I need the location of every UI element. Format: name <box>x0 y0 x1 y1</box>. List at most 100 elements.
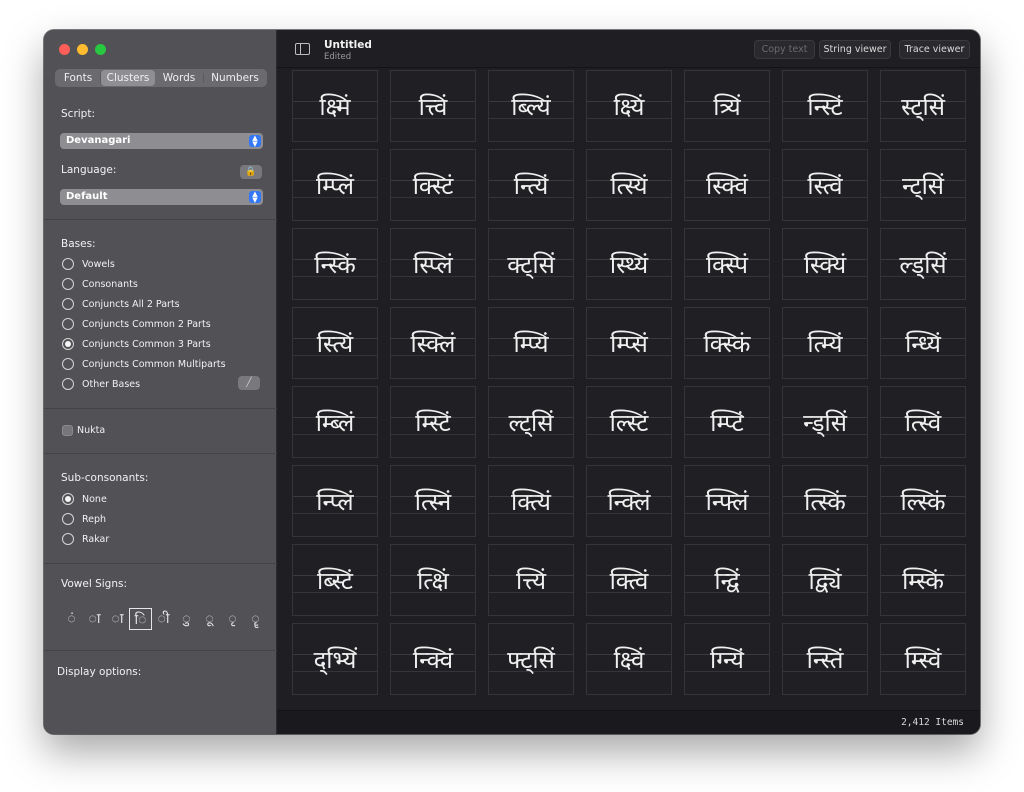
cluster-cell[interactable]: न्त्यिं <box>488 149 574 221</box>
cluster-glyph: न्ध्यिं <box>905 329 941 358</box>
cluster-cell[interactable]: क्स्पिं <box>684 228 770 300</box>
cluster-cell[interactable]: द्व्यिं <box>782 544 868 616</box>
close-window-button[interactable] <box>59 44 70 55</box>
cluster-cell[interactable]: न्स्तिं <box>782 623 868 695</box>
cluster-cell[interactable]: म्ब्लिं <box>292 386 378 458</box>
cluster-cell[interactable]: म्स्किं <box>880 544 966 616</box>
cluster-cell[interactable]: त्स्यिं <box>586 149 672 221</box>
cluster-cell[interactable]: न्ट्सिं <box>880 149 966 221</box>
cluster-cell[interactable]: ल्स्किं <box>880 465 966 537</box>
cluster-cell[interactable]: त्त्यिं <box>488 544 574 616</box>
cluster-cell[interactable]: क्त्यिं <box>488 465 574 537</box>
vowel-sign-option[interactable]: ा <box>83 608 106 630</box>
cluster-cell[interactable]: म्प्सिं <box>586 307 672 379</box>
bases-option[interactable]: Consonants <box>62 277 138 291</box>
cluster-cell[interactable]: न्ड्सिं <box>782 386 868 458</box>
vowel-sign-option[interactable]: ं <box>60 608 83 630</box>
cluster-cell[interactable]: म्स्टिं <box>390 386 476 458</box>
cluster-cell[interactable]: क्स्टिं <box>390 149 476 221</box>
vowel-sign-option[interactable]: ु <box>175 608 198 630</box>
cluster-cell[interactable]: स्क्यिं <box>782 228 868 300</box>
cluster-cell[interactable]: ग्न्यिं <box>684 623 770 695</box>
copy-text-button[interactable]: Copy text <box>754 40 815 59</box>
cluster-cell[interactable]: स्त्यिं <box>292 307 378 379</box>
tab-numbers[interactable]: Numbers <box>204 70 266 86</box>
cluster-cell[interactable]: न्स्किं <box>292 228 378 300</box>
cluster-cell[interactable]: स्थ्यिं <box>586 228 672 300</box>
subconsonant-option[interactable]: None <box>62 492 107 506</box>
bases-option[interactable]: Other Bases <box>62 377 140 391</box>
cluster-cell[interactable]: म्प्लिं <box>292 149 378 221</box>
cluster-cell[interactable]: त्क्षिं <box>390 544 476 616</box>
vowel-sign-option[interactable]: ा <box>106 608 129 630</box>
bases-option-label: Vowels <box>82 258 115 270</box>
cluster-glyph: त्म्यिं <box>807 329 843 358</box>
tab-words[interactable]: Words <box>155 70 203 86</box>
cluster-cell[interactable]: क्त्विं <box>586 544 672 616</box>
cluster-cell[interactable]: न्क्लिं <box>586 465 672 537</box>
cluster-cell[interactable]: क्ष्विं <box>586 623 672 695</box>
cluster-cell[interactable]: ल्ट्सिं <box>488 386 574 458</box>
cluster-cell[interactable]: फ्ट्सिं <box>488 623 574 695</box>
cluster-cell[interactable]: ब्ल्यिं <box>488 70 574 142</box>
tab-clusters[interactable]: Clusters <box>101 70 155 86</box>
script-popup[interactable]: Devanagari ▲ ▼ <box>60 133 263 149</box>
vowel-sign-option[interactable]: ॄ <box>244 608 267 630</box>
zoom-window-button[interactable] <box>95 44 106 55</box>
cluster-cell[interactable]: क्ष्यिं <box>586 70 672 142</box>
cluster-cell[interactable]: स्ट्सिं <box>880 70 966 142</box>
cluster-cell[interactable]: म्प्टिं <box>684 386 770 458</box>
cluster-cell[interactable]: स्त्विं <box>782 149 868 221</box>
language-popup[interactable]: Default ▲ ▼ <box>60 189 263 205</box>
cluster-glyph: त्त्विं <box>418 92 448 121</box>
cluster-cell[interactable]: म्स्विं <box>880 623 966 695</box>
cluster-cell[interactable]: त्स्विं <box>880 386 966 458</box>
bases-option[interactable]: Conjuncts Common 2 Parts <box>62 317 211 331</box>
bases-option[interactable]: Vowels <box>62 257 115 271</box>
cluster-cell[interactable]: म्प्यिं <box>488 307 574 379</box>
cluster-cell[interactable]: ल्स्टिं <box>586 386 672 458</box>
trace-viewer-button[interactable]: Trace viewer <box>899 40 970 59</box>
cluster-cell[interactable]: ल्ड्सिं <box>880 228 966 300</box>
cluster-cell[interactable]: न्ध्यिं <box>880 307 966 379</box>
cluster-cell[interactable]: त्म्यिं <box>782 307 868 379</box>
cluster-cell[interactable]: न्प्लिं <box>292 465 378 537</box>
cluster-cell[interactable]: क्स्किं <box>684 307 770 379</box>
cluster-cell[interactable]: त्स्निं <box>390 465 476 537</box>
cluster-cell[interactable]: स्क्लिं <box>390 307 476 379</box>
vowel-sign-option[interactable]: ू <box>198 608 221 630</box>
string-viewer-button[interactable]: String viewer <box>819 40 891 59</box>
cluster-cell[interactable]: न्फ्लिं <box>684 465 770 537</box>
document-status: Edited <box>324 52 352 62</box>
cluster-glyph: म्ब्लिं <box>315 408 355 437</box>
minimize-window-button[interactable] <box>77 44 88 55</box>
bases-option[interactable]: Conjuncts Common 3 Parts <box>62 337 211 351</box>
nukta-checkbox[interactable]: Nukta <box>62 423 105 437</box>
cluster-cell[interactable]: क्ष्मिं <box>292 70 378 142</box>
cluster-cell[interactable]: क्ट्सिं <box>488 228 574 300</box>
cluster-cell[interactable]: त्र्यिं <box>684 70 770 142</box>
language-lock-button[interactable]: 🔒 <box>240 165 262 179</box>
cluster-cell[interactable]: स्क्विं <box>684 149 770 221</box>
cluster-cell[interactable]: द्भ्यिं <box>292 623 378 695</box>
cluster-cell[interactable]: स्प्लिं <box>390 228 476 300</box>
cluster-cell[interactable]: न्स्टिं <box>782 70 868 142</box>
cluster-cell[interactable]: न्क्विं <box>390 623 476 695</box>
cluster-glyph: त्स्निं <box>414 487 452 516</box>
radio-button <box>62 278 74 290</box>
subconsonant-option[interactable]: Reph <box>62 512 106 526</box>
cluster-cell[interactable]: त्त्विं <box>390 70 476 142</box>
subconsonant-option[interactable]: Rakar <box>62 532 109 546</box>
bases-option[interactable]: Conjuncts Common Multiparts <box>62 357 226 371</box>
cluster-cell[interactable]: ब्स्टिं <box>292 544 378 616</box>
sidebar-toggle-icon[interactable] <box>295 43 310 55</box>
script-label: Script: <box>61 108 95 120</box>
cluster-cell[interactable]: त्स्किं <box>782 465 868 537</box>
bases-option[interactable]: Conjuncts All 2 Parts <box>62 297 180 311</box>
edit-other-bases-button[interactable]: ╱ <box>238 376 260 390</box>
vowel-sign-option[interactable]: ृ <box>221 608 244 630</box>
cluster-cell[interactable]: न्द्विं <box>684 544 770 616</box>
tab-fonts[interactable]: Fonts <box>56 70 100 86</box>
vowel-sign-option[interactable]: ी <box>152 608 175 630</box>
vowel-sign-option[interactable]: ि <box>129 608 152 630</box>
